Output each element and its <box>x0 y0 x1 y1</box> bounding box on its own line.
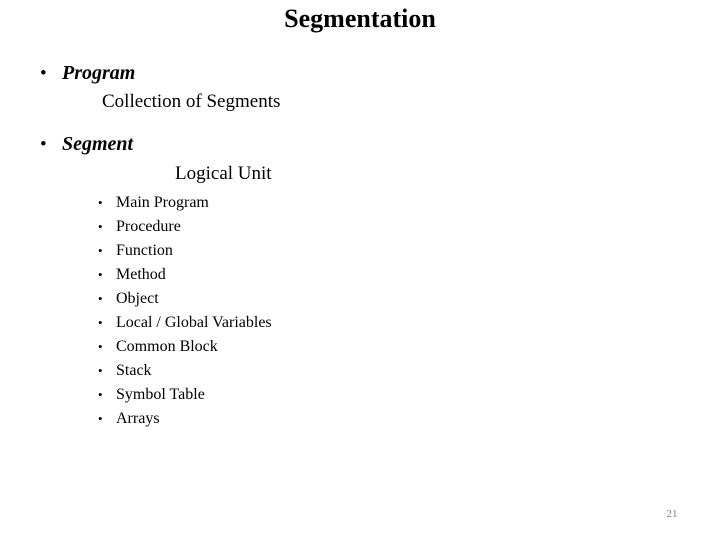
bullet-item-program: • Program <box>40 62 135 85</box>
segment-examples-list: • Main Program • Procedure • Function • … <box>98 191 272 431</box>
list-item-label: Arrays <box>116 410 160 427</box>
list-item: • Main Program <box>98 191 272 215</box>
sub-bullet-marker-icon: • <box>98 267 103 282</box>
sub-bullet-marker-icon: • <box>98 339 103 354</box>
sub-bullet-marker-icon: • <box>98 243 103 258</box>
sub-bullet-marker-icon: • <box>98 291 103 306</box>
list-item: • Common Block <box>98 335 272 359</box>
list-item: • Method <box>98 263 272 287</box>
sub-bullet-marker-icon: • <box>98 315 103 330</box>
bullet-label-program: Program <box>62 62 136 84</box>
sub-bullet-marker-icon: • <box>98 363 103 378</box>
bullet-description-segment: Logical Unit <box>175 163 272 184</box>
list-item: • Symbol Table <box>98 383 272 407</box>
list-item-label: Method <box>116 266 166 283</box>
list-item: • Stack <box>98 359 272 383</box>
list-item: • Object <box>98 287 272 311</box>
sub-bullet-marker-icon: • <box>98 195 103 210</box>
list-item-label: Common Block <box>116 338 218 355</box>
list-item: • Local / Global Variables <box>98 311 272 335</box>
page-number: 21 <box>666 508 678 520</box>
list-item-label: Main Program <box>116 194 209 211</box>
sub-bullet-marker-icon: • <box>98 411 103 426</box>
list-item-label: Local / Global Variables <box>116 314 272 331</box>
bullet-marker-icon: • <box>40 63 47 84</box>
list-item-label: Symbol Table <box>116 386 205 403</box>
list-item-label: Procedure <box>116 218 181 235</box>
bullet-marker-icon: • <box>40 134 47 155</box>
page-title: Segmentation <box>284 4 436 33</box>
bullet-label-segment: Segment <box>62 133 134 155</box>
list-item: • Procedure <box>98 215 272 239</box>
list-item: • Function <box>98 239 272 263</box>
bullet-description-program: Collection of Segments <box>102 91 281 112</box>
presentation-slide: Segmentation • Program Collection of Seg… <box>0 0 720 540</box>
list-item-label: Stack <box>116 362 152 379</box>
list-item-label: Object <box>116 290 159 307</box>
sub-bullet-marker-icon: • <box>98 387 103 402</box>
sub-bullet-marker-icon: • <box>98 219 103 234</box>
list-item: • Arrays <box>98 407 272 431</box>
list-item-label: Function <box>116 242 173 259</box>
bullet-item-segment: • Segment <box>40 133 133 156</box>
